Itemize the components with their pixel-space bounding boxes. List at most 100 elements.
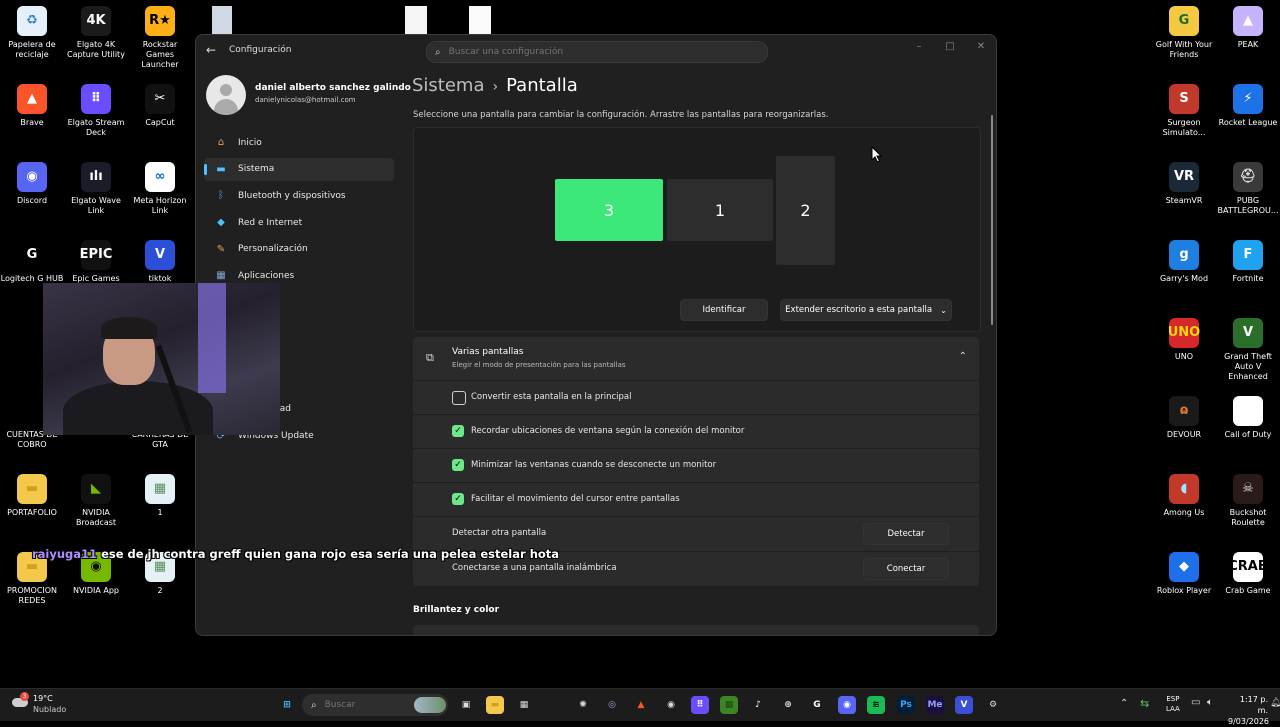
- golf-with-friends-shortcut[interactable]: G Golf With Your Friends: [1152, 6, 1216, 60]
- desktop-blank-file-icon[interactable]: [469, 6, 491, 34]
- recycle-bin-shortcut[interactable]: ♻ Papelera de reciclaje: [0, 6, 64, 60]
- monitor-2[interactable]: 2: [776, 156, 835, 265]
- desktop-icon-label: PORTAFOLIO: [7, 508, 57, 517]
- nvidia-broadcast-icon: ◣: [81, 474, 111, 504]
- connect-button[interactable]: Conectar: [863, 558, 949, 580]
- desktop-icon-label: Fortnite: [1232, 274, 1264, 283]
- show-hidden-icons-icon[interactable]: ⌃: [1120, 698, 1128, 709]
- photoshop-icon[interactable]: Ps: [897, 696, 915, 714]
- identify-button[interactable]: Identificar: [680, 299, 768, 321]
- nvidia-broadcast-shortcut[interactable]: ◣ NVIDIA Broadcast: [64, 474, 128, 528]
- brave-taskbar-icon[interactable]: ▲: [632, 696, 650, 714]
- file-explorer-icon[interactable]: ▬: [486, 696, 504, 714]
- logitech-taskbar-icon[interactable]: G: [808, 696, 826, 714]
- obs-icon[interactable]: ◉: [662, 696, 680, 714]
- breadcrumb-parent[interactable]: Sistema: [412, 75, 485, 96]
- meta-horizon-shortcut[interactable]: ∞ Meta Horizon Link: [128, 162, 192, 216]
- close-icon[interactable]: ✕: [970, 41, 992, 52]
- avatar[interactable]: [206, 75, 246, 115]
- peak-shortcut[interactable]: ▲ PEAK: [1216, 6, 1280, 50]
- detect-button[interactable]: Detectar: [863, 523, 949, 545]
- checkbox[interactable]: [452, 391, 466, 405]
- v-app-icon[interactable]: V: [955, 696, 973, 714]
- network-icon[interactable]: ▭: [1191, 697, 1200, 708]
- settings-taskbar-icon[interactable]: ⚙: [984, 696, 1002, 714]
- back-arrow-icon[interactable]: ←: [206, 43, 216, 57]
- tray-app-icon[interactable]: ⇆: [1140, 697, 1149, 710]
- garrys-mod-shortcut[interactable]: g Garry's Mod: [1152, 240, 1216, 284]
- settings-search[interactable]: ⌕: [426, 41, 768, 63]
- epic-games-shortcut[interactable]: EPIC Epic Games: [64, 240, 128, 284]
- capcut-shortcut[interactable]: ✂ CapCut: [128, 84, 192, 128]
- brave-shortcut[interactable]: ▲ Brave: [0, 84, 64, 128]
- nav-inicio[interactable]: ⌂ Inicio: [204, 131, 394, 154]
- rockstar-shortcut[interactable]: R★ Rockstar Games Launcher: [128, 6, 192, 70]
- minimize-icon[interactable]: –: [908, 41, 930, 52]
- media-encoder-icon[interactable]: Me: [926, 696, 944, 714]
- language-indicator[interactable]: ESP LAA: [1166, 694, 1180, 714]
- store-icon[interactable]: ▦: [515, 696, 533, 714]
- rocket-league-shortcut[interactable]: ⚡ Rocket League: [1216, 84, 1280, 128]
- tiktok-v-shortcut[interactable]: Vtiktok: [128, 240, 192, 284]
- surgeon-simulator-shortcut[interactable]: S Surgeon Simulato...: [1152, 84, 1216, 138]
- monitor-1[interactable]: 1: [667, 179, 773, 241]
- settings-search-input[interactable]: [446, 46, 751, 58]
- arc-icon[interactable]: ⊕: [779, 696, 797, 714]
- steam-icon[interactable]: ◎: [603, 696, 621, 714]
- gta-v-shortcut[interactable]: V Grand Theft Auto V Enhanced: [1216, 318, 1280, 382]
- nav-red[interactable]: ◆ Red e Internet: [204, 211, 394, 234]
- clock[interactable]: 1:17 p. m. 9/03/2026: [1228, 694, 1269, 727]
- brightness-section-card[interactable]: [413, 625, 979, 635]
- roblox-shortcut[interactable]: ◆ Roblox Player: [1152, 552, 1216, 596]
- multiple-displays-header[interactable]: ⧉ Varias pantallas Elegir el modo de pre…: [413, 337, 979, 380]
- discord-taskbar-icon[interactable]: ◉: [838, 696, 856, 714]
- chevron-up-icon[interactable]: ⌃: [959, 351, 967, 362]
- call-of-duty-shortcut[interactable]: Call of Duty: [1216, 396, 1280, 440]
- checkbox[interactable]: ✓: [452, 459, 464, 471]
- devour-shortcut[interactable]: ɷ DEVOUR: [1152, 396, 1216, 440]
- uno-shortcut[interactable]: UNO UNO: [1152, 318, 1216, 362]
- volume-icon[interactable]: 🔈︎: [1207, 697, 1213, 708]
- steamvr-shortcut[interactable]: VR SteamVR: [1152, 162, 1216, 206]
- nav-sistema[interactable]: ▬ Sistema: [204, 157, 394, 181]
- among-us-shortcut[interactable]: ◖ Among Us: [1152, 474, 1216, 518]
- apps-icon: ▦: [216, 270, 226, 282]
- nav-personalizacion[interactable]: ✎ Personalización: [204, 238, 394, 261]
- desktop-icon-label: Crab Game: [1225, 586, 1271, 595]
- nav-bluetooth[interactable]: ᛒ Bluetooth y dispositivos: [204, 184, 394, 207]
- taskbar-search-input[interactable]: [322, 699, 427, 711]
- elgato-wave-link-shortcut[interactable]: ılı Elgato Wave Link: [64, 162, 128, 216]
- elgato-4k-shortcut[interactable]: 4K Elgato 4K Capture Utility: [64, 6, 128, 60]
- windows-start-icon[interactable]: ⊞: [278, 696, 296, 714]
- portafolio-folder-shortcut[interactable]: ▬ PORTAFOLIO: [0, 474, 64, 518]
- desktop-document-icon[interactable]: [405, 6, 427, 34]
- spotify-icon[interactable]: ≋: [867, 696, 885, 714]
- sidebar-item-label: Aplicaciones: [238, 270, 295, 281]
- checkbox[interactable]: ✓: [452, 493, 464, 505]
- maximize-icon[interactable]: □: [939, 41, 961, 52]
- search-highlight-image: [414, 697, 446, 713]
- minecraft-icon[interactable]: ▩: [720, 696, 738, 714]
- tiktok-icon[interactable]: ♪: [749, 696, 767, 714]
- chatgpt-icon[interactable]: ✺: [574, 696, 592, 714]
- user-name: daniel alberto sanchez galindo: [255, 83, 411, 93]
- notification-icon[interactable]: 🔔︎: [1270, 698, 1280, 708]
- desktop-file-icon[interactable]: [212, 6, 232, 34]
- image-1-shortcut[interactable]: ▦ 1: [128, 474, 192, 518]
- extend-display-dropdown[interactable]: Extender escritorio a esta pantalla ⌄: [780, 299, 952, 321]
- elgato-stream-deck-shortcut[interactable]: ⠿ Elgato Stream Deck: [64, 84, 128, 138]
- checkbox[interactable]: ✓: [452, 425, 464, 437]
- scrollbar[interactable]: [991, 115, 993, 325]
- pubg-shortcut[interactable]: ⛑ PUBG BATTLEGROU...: [1216, 162, 1280, 216]
- task-view-icon[interactable]: ▣: [457, 696, 475, 714]
- taskbar-search[interactable]: ⌕: [302, 694, 448, 716]
- stream-deck-taskbar-icon[interactable]: ⠿: [691, 696, 709, 714]
- fortnite-shortcut[interactable]: F Fortnite: [1216, 240, 1280, 284]
- logitech-shortcut[interactable]: G Logitech G HUB: [0, 240, 64, 284]
- monitor-3[interactable]: 3: [555, 179, 663, 241]
- weather-icon[interactable]: 3: [12, 692, 30, 708]
- brush-icon: ✎: [216, 243, 226, 255]
- discord-shortcut[interactable]: ◉ Discord: [0, 162, 64, 206]
- crab-game-shortcut[interactable]: CRAB Crab Game: [1216, 552, 1280, 596]
- buckshot-roulette-shortcut[interactable]: ☠ Buckshot Roulette: [1216, 474, 1280, 528]
